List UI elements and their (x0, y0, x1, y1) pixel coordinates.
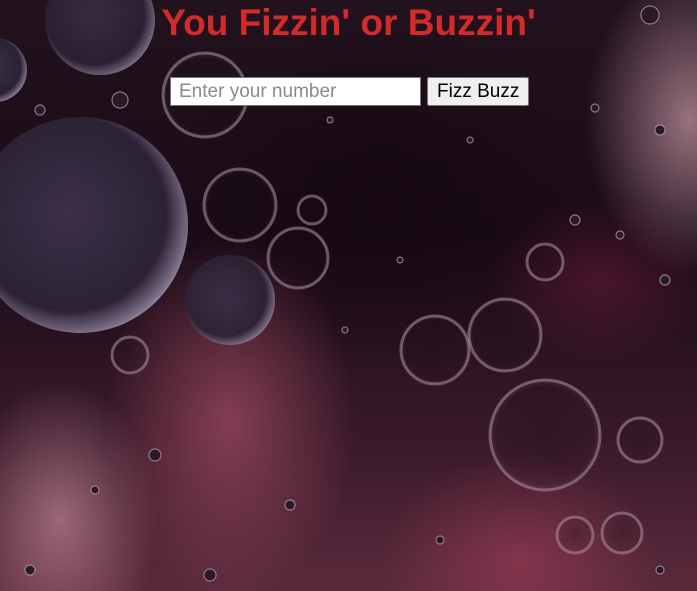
page-title: You Fizzin' or Buzzin' (161, 2, 536, 43)
fizzbuzz-form: Fizz Buzz (170, 77, 530, 106)
number-input[interactable] (170, 77, 421, 106)
main-content: You Fizzin' or Buzzin' (0, 0, 697, 44)
fizz-buzz-button[interactable]: Fizz Buzz (427, 77, 530, 106)
